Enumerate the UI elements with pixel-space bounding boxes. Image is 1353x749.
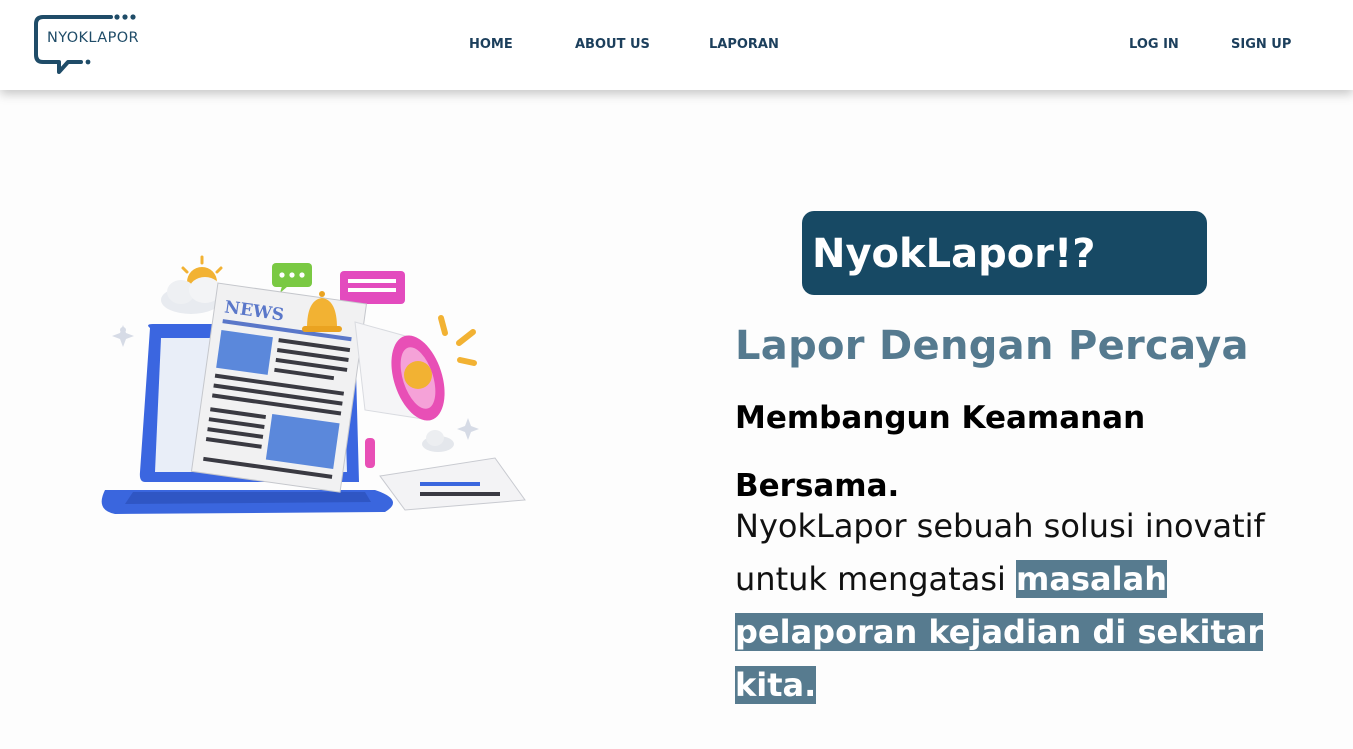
hero-description: NyokLapor sebuah solusi inovatif untuk m… (735, 500, 1275, 712)
chat-bubble-icon (272, 263, 312, 293)
login-link[interactable]: LOG IN (1129, 37, 1179, 52)
brand-title: NyokLapor!? (812, 231, 1096, 277)
brand-banner: NyokLapor!? (802, 211, 1207, 295)
logo[interactable]: NYOKLAPOR (33, 12, 148, 76)
hero-illustration: NEWS (75, 210, 615, 572)
logo-text: NYOKLAPOR (47, 30, 139, 46)
cloud-icon (422, 430, 454, 452)
paper-stack-icon (379, 457, 526, 511)
subtitle-line-2: Bersama. (735, 468, 900, 504)
nav-laporan[interactable]: LAPORAN (709, 37, 779, 52)
newspaper-icon: NEWS (190, 282, 368, 493)
nav-about-us[interactable]: ABOUT US (575, 37, 650, 52)
nav-home[interactable]: HOME (469, 37, 513, 52)
signup-link[interactable]: SIGN UP (1231, 37, 1291, 52)
tagline: Lapor Dengan Percaya (735, 323, 1249, 369)
description-text: NyokLapor sebuah solusi inovatif untuk m… (735, 507, 1265, 598)
navbar: NYOKLAPOR HOME ABOUT US LAPORAN LOG IN S… (0, 0, 1353, 90)
sun-cloud-icon (161, 255, 223, 314)
subtitle-line-1: Membangun Keamanan (735, 400, 1146, 436)
